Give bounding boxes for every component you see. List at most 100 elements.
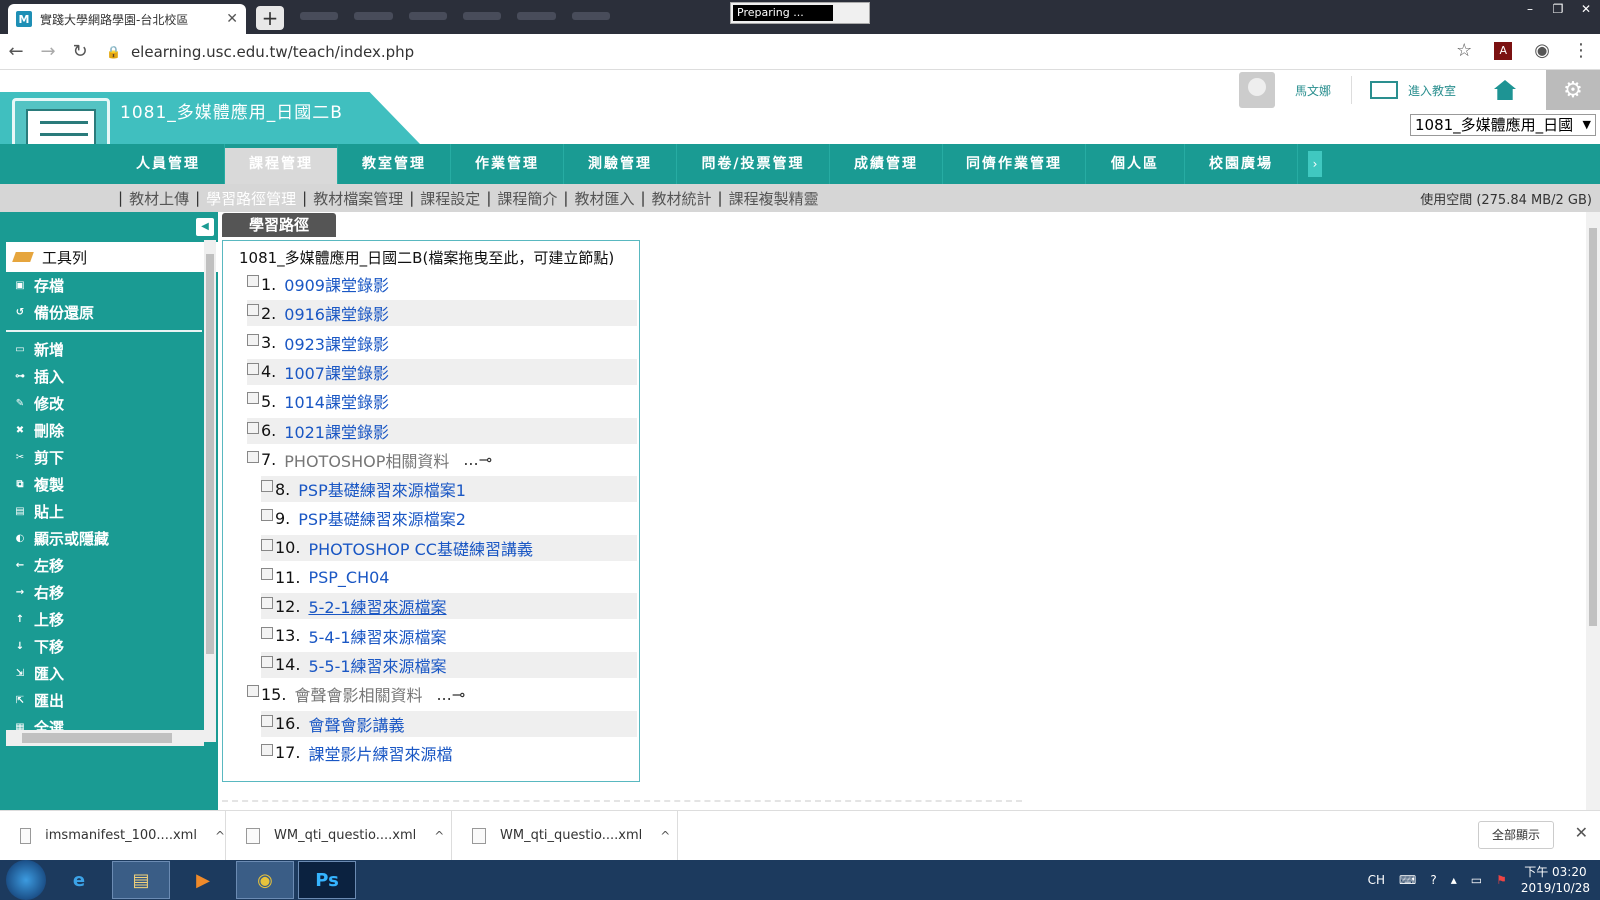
node-checkbox[interactable] xyxy=(261,597,273,610)
node-label[interactable]: PHOTOSHOP CC基礎練習講義 xyxy=(308,536,533,560)
path-node[interactable]: 13. 5-4-1練習來源檔案 xyxy=(261,623,637,649)
chevron-up-icon[interactable]: ^ xyxy=(660,829,670,843)
nav-course-management[interactable]: 課程管理 xyxy=(225,144,338,184)
nav-personnel[interactable]: 人員管理 xyxy=(112,144,225,184)
subnav-course-settings[interactable]: 課程設定 xyxy=(420,188,480,209)
path-root-title[interactable]: 1081_多媒體應用_日國二B(檔案拖曳至此，可建立節點) xyxy=(223,241,639,269)
node-checkbox[interactable] xyxy=(247,333,259,346)
bookmark-star-icon[interactable]: ☆ xyxy=(1456,40,1472,61)
url-field[interactable]: elearning.usc.edu.tw/teach/index.php xyxy=(131,43,414,61)
tool-insert[interactable]: ⊶ 插入 xyxy=(6,363,218,390)
node-label[interactable]: PSP_CH04 xyxy=(308,568,389,587)
show-all-downloads-button[interactable]: 全部顯示 xyxy=(1478,821,1554,849)
tool-arrow-down[interactable]: ↓ 下移 xyxy=(6,633,218,660)
node-checkbox[interactable] xyxy=(247,450,259,463)
subnav-course-copy-wizard[interactable]: 課程複製精靈 xyxy=(729,188,819,209)
path-node[interactable]: 16. 會聲會影講義 xyxy=(261,710,637,737)
folder-collapse-icon[interactable]: ...⊸ xyxy=(463,450,492,469)
close-downloads-icon[interactable]: ✕ xyxy=(1575,823,1588,842)
node-label[interactable]: 5-2-1練習來源檔案 xyxy=(308,594,446,618)
subnav-material-upload[interactable]: 教材上傳 xyxy=(129,188,189,209)
nav-peer-homework[interactable]: 同儕作業管理 xyxy=(943,144,1086,184)
path-node[interactable]: 12. 5-2-1練習來源檔案 xyxy=(261,593,637,620)
tool-edit[interactable]: ✎ 修改 xyxy=(6,390,218,417)
path-node[interactable]: 8. PSP基礎練習來源檔案1 xyxy=(261,476,637,503)
path-node[interactable]: 3. 0923課堂錄影 xyxy=(247,330,637,356)
tool-delete[interactable]: ✖ 刪除 xyxy=(6,417,218,444)
reload-icon[interactable]: ↻ xyxy=(64,41,96,62)
nav-survey[interactable]: 問卷/投票管理 xyxy=(677,144,830,184)
user-name[interactable]: 馬文娜 xyxy=(1295,82,1331,99)
subnav-material-stats[interactable]: 教材統計 xyxy=(652,188,712,209)
enter-classroom-button[interactable]: 進入教室 xyxy=(1369,81,1456,99)
node-label[interactable]: 5-4-1練習來源檔案 xyxy=(308,624,446,648)
node-label[interactable]: 0909課堂錄影 xyxy=(284,272,389,296)
node-checkbox[interactable] xyxy=(261,743,273,756)
path-node[interactable]: 14. 5-5-1練習來源檔案 xyxy=(261,651,637,678)
node-label[interactable]: 會聲會影講義 xyxy=(308,712,404,736)
pdf-extension-icon[interactable]: A xyxy=(1494,41,1513,60)
page-vertical-scrollbar[interactable] xyxy=(1586,212,1600,810)
tool-restore[interactable]: ↺ 備份還原 xyxy=(6,299,218,326)
media-player-icon[interactable]: ▶ xyxy=(174,861,232,899)
nav-campus[interactable]: 校園廣場 xyxy=(1185,144,1298,184)
path-node[interactable]: 2. 0916課堂錄影 xyxy=(247,300,637,327)
path-node[interactable]: 11. PSP_CH04 xyxy=(261,564,637,590)
nav-personal[interactable]: 個人區 xyxy=(1086,144,1185,184)
keyboard-icon[interactable]: ⌨ xyxy=(1399,873,1416,887)
network-icon[interactable]: ▭ xyxy=(1471,873,1482,887)
nav-classroom[interactable]: 教室管理 xyxy=(338,144,451,184)
collapse-sidebar-button[interactable]: ◀ xyxy=(196,218,214,236)
node-checkbox[interactable] xyxy=(247,304,259,317)
tab-close-icon[interactable]: ✕ xyxy=(226,11,238,27)
tool-arrow-up[interactable]: ↑ 上移 xyxy=(6,606,218,633)
forward-icon[interactable]: → xyxy=(32,41,64,62)
node-label[interactable]: 1007課堂錄影 xyxy=(284,360,389,384)
path-node[interactable]: 9. PSP基礎練習來源檔案2 xyxy=(261,505,637,531)
node-label[interactable]: 0916課堂錄影 xyxy=(284,301,389,325)
clock[interactable]: 下午 03:20 2019/10/28 xyxy=(1521,864,1590,896)
node-label[interactable]: 5-5-1練習來源檔案 xyxy=(308,653,446,677)
path-node[interactable]: 10. PHOTOSHOP CC基礎練習講義 xyxy=(261,534,637,561)
sidebar-horizontal-scrollbar[interactable] xyxy=(6,730,204,746)
node-label[interactable]: PHOTOSHOP相關資料 xyxy=(284,448,449,472)
menu-kebab-icon[interactable]: ⋮ xyxy=(1572,40,1590,61)
nav-grades[interactable]: 成績管理 xyxy=(830,144,943,184)
path-node[interactable]: 17. 課堂影片練習來源檔 xyxy=(261,740,637,766)
folder-collapse-icon[interactable]: ...⊸ xyxy=(436,685,465,704)
node-checkbox[interactable] xyxy=(247,362,259,375)
restore-button[interactable]: ❐ xyxy=(1544,0,1572,20)
minimize-button[interactable]: – xyxy=(1516,0,1544,20)
course-select[interactable]: 1081_多媒體應用_日國 ▼ xyxy=(1410,114,1596,136)
chevron-up-icon[interactable]: ^ xyxy=(434,829,444,843)
tool-arrow-right[interactable]: → 右移 xyxy=(6,579,218,606)
node-checkbox[interactable] xyxy=(247,421,259,434)
subnav-material-import[interactable]: 教材匯入 xyxy=(574,188,634,209)
node-checkbox[interactable] xyxy=(261,568,273,580)
tool-arrow-left[interactable]: ← 左移 xyxy=(6,552,218,579)
tool-save[interactable]: ▣ 存檔 xyxy=(6,272,218,299)
home-icon[interactable] xyxy=(1494,80,1516,100)
node-checkbox[interactable] xyxy=(261,509,273,522)
node-label[interactable]: PSP基礎練習來源檔案1 xyxy=(298,477,466,501)
path-node[interactable]: 1. 0909課堂錄影 xyxy=(247,271,637,297)
node-label[interactable]: 會聲會影相關資料 xyxy=(294,682,422,706)
node-checkbox[interactable] xyxy=(261,626,273,639)
nav-more-icon[interactable]: › xyxy=(1308,151,1322,177)
close-window-button[interactable]: ✕ xyxy=(1572,0,1600,20)
browser-tab[interactable]: M 實踐大學網路學園-台北校區 ✕ xyxy=(8,4,246,34)
path-folder-node[interactable]: 7. PHOTOSHOP相關資料 ...⊸ xyxy=(247,447,637,473)
node-checkbox[interactable] xyxy=(247,392,259,405)
path-node[interactable]: 5. 1014課堂錄影 xyxy=(247,388,637,414)
tool-folder[interactable]: ▭ 新增 xyxy=(6,336,218,363)
nav-homework[interactable]: 作業管理 xyxy=(451,144,564,184)
node-label[interactable]: PSP基礎練習來源檔案2 xyxy=(298,506,466,530)
chevron-up-icon[interactable]: ^ xyxy=(215,829,225,843)
sidebar-vertical-scrollbar[interactable] xyxy=(204,240,216,742)
help-icon[interactable]: ? xyxy=(1430,873,1436,887)
node-checkbox[interactable] xyxy=(261,538,273,551)
profile-icon[interactable]: ◉ xyxy=(1534,40,1550,61)
subnav-file-management[interactable]: 教材檔案管理 xyxy=(313,188,403,209)
file-explorer-icon[interactable]: ▤ xyxy=(112,861,170,899)
back-icon[interactable]: ← xyxy=(0,41,32,62)
